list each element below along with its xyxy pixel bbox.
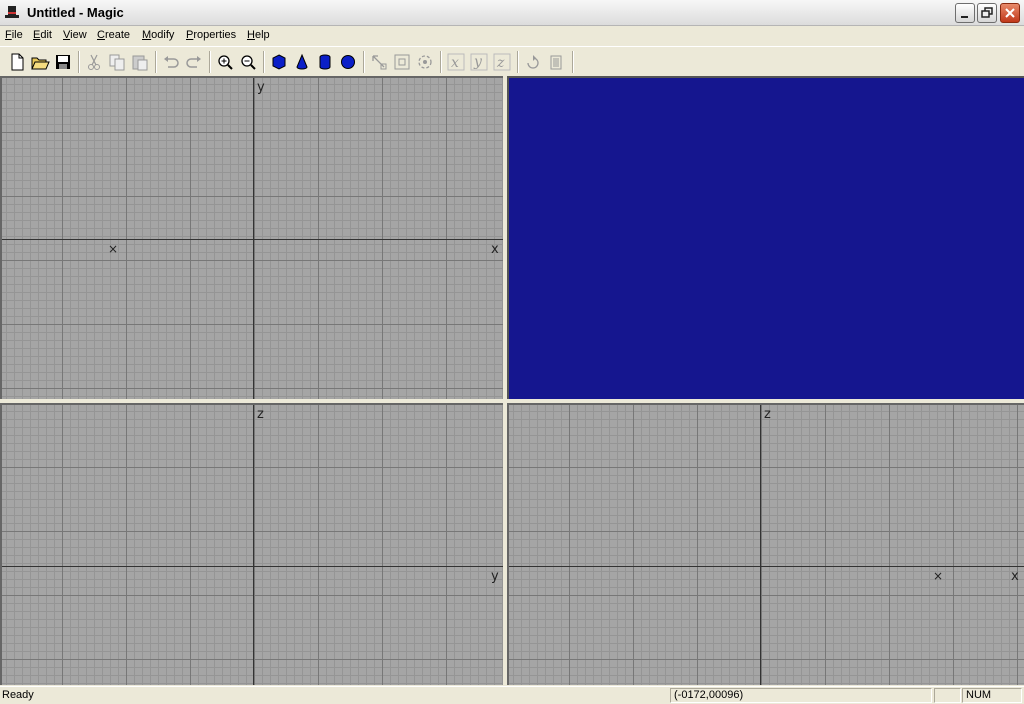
minimize-icon	[961, 16, 968, 18]
toolbar: x y z	[0, 46, 1024, 76]
paste-icon	[132, 55, 148, 71]
x-axis-icon: x	[447, 53, 465, 71]
toolbar-separator	[209, 51, 211, 73]
new-file-icon	[11, 53, 24, 71]
redo-icon	[186, 56, 201, 68]
svg-text:x: x	[451, 55, 459, 71]
cut-icon	[88, 54, 100, 70]
zoom-in-button[interactable]	[214, 51, 236, 73]
create-cube-button[interactable]	[268, 51, 290, 73]
rotate-view-icon	[527, 55, 539, 69]
sphere-icon	[341, 55, 355, 69]
axis-label-y: y	[257, 80, 265, 95]
save-icon	[56, 55, 70, 69]
vertical-axis-line	[253, 405, 254, 685]
svg-text:z: z	[496, 55, 505, 71]
axis-label-x: x	[1011, 569, 1019, 584]
object-marker[interactable]: ×	[108, 242, 118, 256]
create-sphere-button[interactable]	[337, 51, 359, 73]
cylinder-icon	[319, 54, 331, 70]
toolbar-separator	[363, 51, 365, 73]
zoom-out-button[interactable]	[237, 51, 259, 73]
delete-button[interactable]	[545, 51, 567, 73]
toolbar-separator	[440, 51, 442, 73]
new-button[interactable]	[6, 51, 28, 73]
svg-text:y: y	[473, 54, 483, 70]
delete-icon	[550, 55, 562, 70]
restore-icon	[981, 7, 993, 18]
undo-icon	[164, 56, 179, 68]
vertical-axis-line	[760, 405, 761, 685]
scale-icon	[394, 54, 410, 70]
menu-help[interactable]: Help	[247, 29, 270, 41]
viewport-side[interactable]: z y	[0, 403, 503, 685]
menu-properties[interactable]: Properties	[186, 29, 236, 41]
restore-button[interactable]	[977, 3, 997, 23]
save-button[interactable]	[52, 51, 74, 73]
x-axis-button[interactable]: x	[445, 51, 467, 73]
axis-label-y: y	[491, 569, 499, 584]
paste-button[interactable]	[129, 51, 151, 73]
z-axis-button[interactable]: z	[491, 51, 513, 73]
create-cylinder-button[interactable]	[314, 51, 336, 73]
move-icon	[372, 55, 387, 70]
y-axis-button[interactable]: y	[468, 51, 490, 73]
toolbar-separator	[263, 51, 265, 73]
menu-view[interactable]: View	[63, 29, 87, 41]
toolbar-separator	[155, 51, 157, 73]
rotate-view-button[interactable]	[522, 51, 544, 73]
vertical-axis-line	[253, 78, 254, 399]
menu-create[interactable]: Create	[97, 29, 130, 41]
axis-label-x: x	[491, 242, 499, 257]
copy-icon	[109, 54, 125, 71]
window-title: Untitled - Magic	[27, 5, 124, 20]
zoom-out-icon	[241, 55, 256, 70]
status-bar: Ready (-0172,00096) NUM	[0, 686, 1024, 704]
move-button[interactable]	[368, 51, 390, 73]
viewport-perspective[interactable]	[507, 76, 1024, 399]
redo-button[interactable]	[183, 51, 205, 73]
menu-edit[interactable]: Edit	[33, 29, 52, 41]
toolbar-separator	[572, 51, 574, 73]
cone-icon	[296, 53, 308, 70]
object-marker[interactable]: ×	[933, 569, 943, 583]
copy-button[interactable]	[106, 51, 128, 73]
undo-button[interactable]	[160, 51, 182, 73]
menu-modify[interactable]: Modify	[142, 29, 174, 41]
toolbar-separator	[517, 51, 519, 73]
menu-file[interactable]: File	[5, 29, 23, 41]
rotate-button[interactable]	[414, 51, 436, 73]
open-button[interactable]	[29, 51, 51, 73]
cut-button[interactable]	[83, 51, 105, 73]
horizontal-axis-line	[509, 566, 1024, 567]
zoom-in-icon	[218, 55, 233, 70]
magic-hat-icon	[5, 6, 19, 18]
axis-label-z: z	[257, 407, 264, 422]
toolbar-separator	[78, 51, 80, 73]
viewport-front[interactable]: z x ×	[507, 403, 1024, 685]
num-lock-indicator: NUM	[962, 688, 1022, 703]
z-axis-icon: z	[493, 53, 511, 71]
close-button[interactable]	[1000, 3, 1020, 23]
open-folder-icon	[31, 57, 50, 70]
create-cone-button[interactable]	[291, 51, 313, 73]
y-axis-icon: y	[470, 53, 488, 71]
minimize-button[interactable]	[955, 3, 975, 23]
status-pane-empty	[934, 688, 961, 703]
axis-label-z: z	[764, 407, 771, 422]
viewport-top[interactable]: y x ×	[0, 76, 503, 399]
coordinates-readout: (-0172,00096)	[670, 688, 932, 703]
menu-bar: File Edit View Create Modify Properties …	[0, 26, 1024, 45]
status-text: Ready	[2, 689, 34, 701]
title-bar: Untitled - Magic	[0, 0, 1024, 26]
cube-icon	[272, 54, 286, 70]
rotate-icon	[418, 55, 432, 69]
close-icon	[1005, 8, 1015, 18]
scale-button[interactable]	[391, 51, 413, 73]
